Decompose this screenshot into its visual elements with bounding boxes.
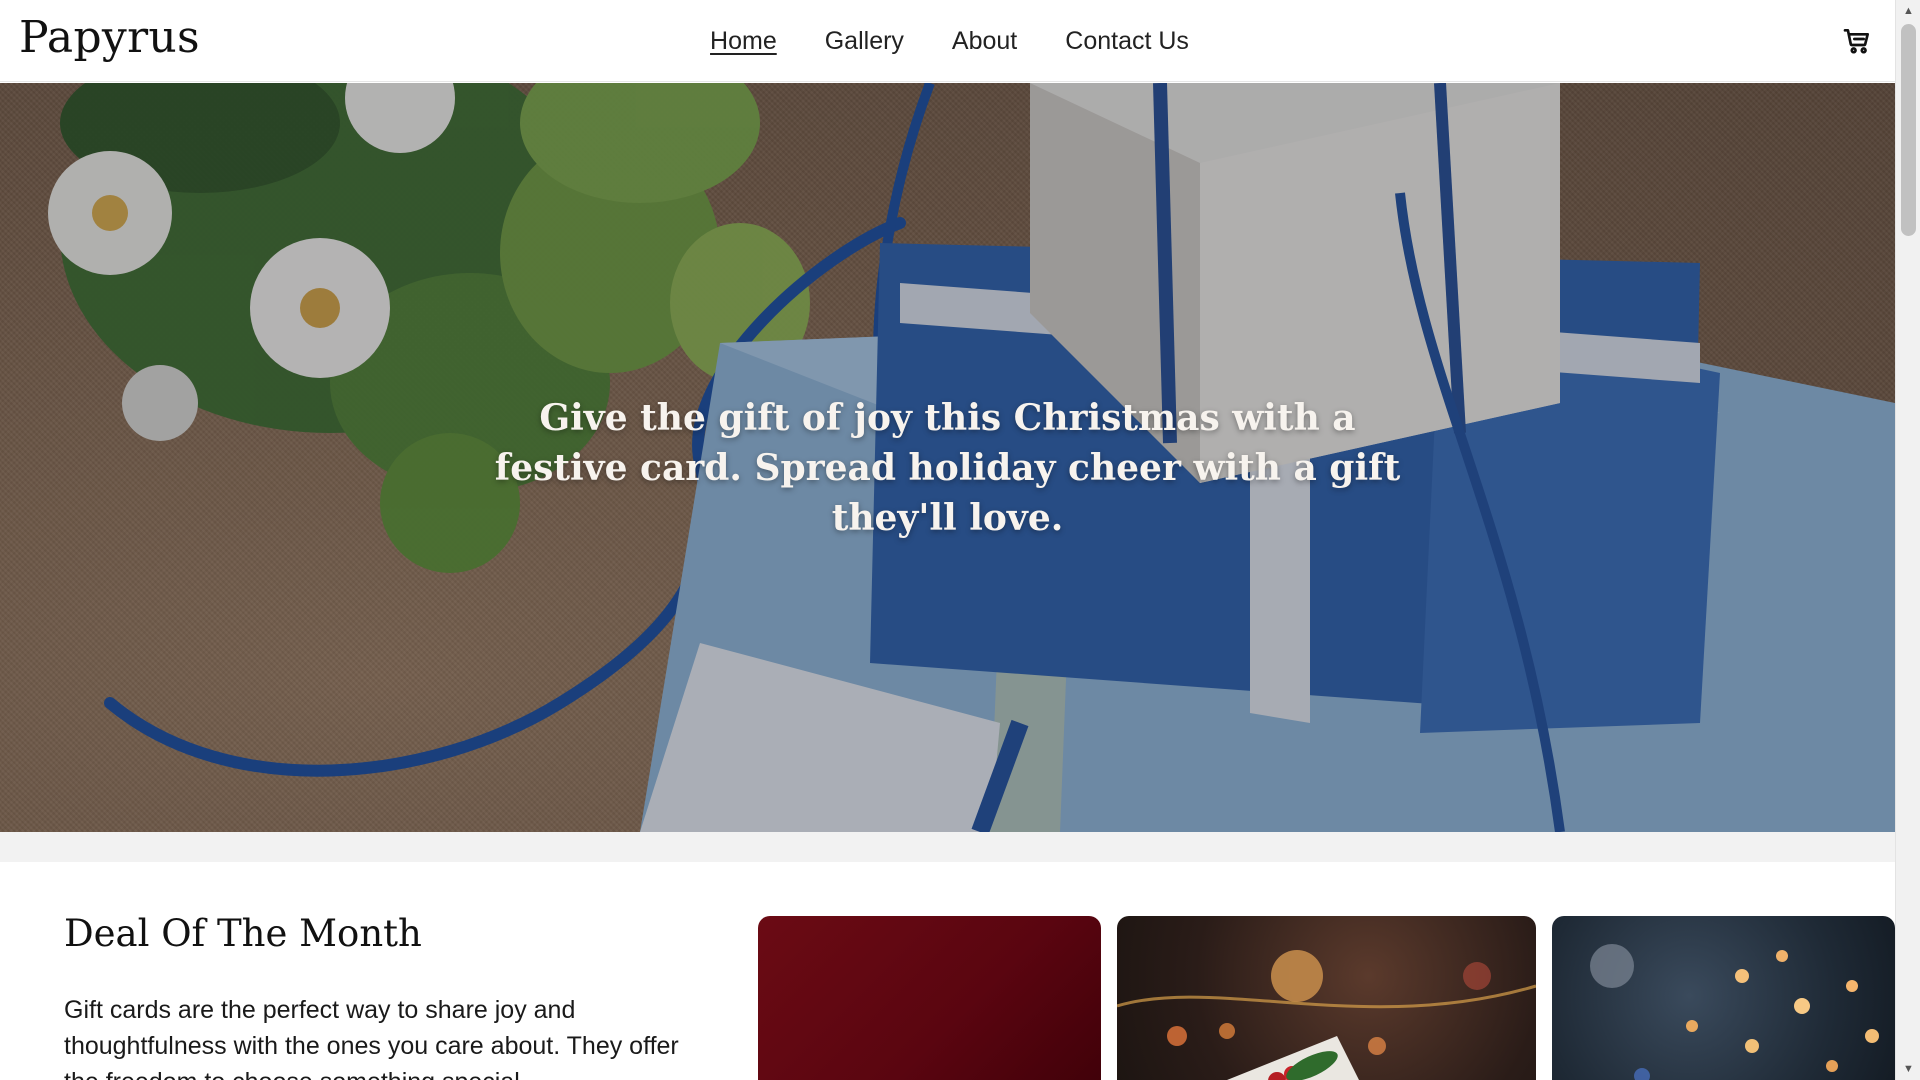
scroll-up-icon[interactable]: ▲ — [1896, 0, 1920, 22]
deal-description: Gift cards are the perfect way to share … — [64, 996, 679, 1080]
deal-card-3[interactable] — [1552, 916, 1895, 1080]
hero-headline: Give the gift of joy this Christmas with… — [494, 397, 1401, 539]
scroll-thumb[interactable] — [1901, 24, 1916, 236]
nav-contact-us[interactable]: Contact Us — [1065, 27, 1189, 56]
deal-card-2[interactable] — [1117, 916, 1536, 1080]
deal-card-1[interactable] — [758, 916, 1101, 1080]
nav-about[interactable]: About — [952, 27, 1017, 56]
cart-icon[interactable] — [1841, 25, 1873, 57]
nav-gallery[interactable]: Gallery — [825, 27, 904, 56]
card-photo-lights — [1590, 944, 1879, 1080]
deal-title: Deal Of The Month — [64, 912, 422, 955]
scroll-down-icon[interactable]: ▼ — [1896, 1058, 1920, 1080]
section-divider — [0, 832, 1895, 862]
card-photo-holly — [1117, 950, 1536, 1080]
main-nav: Home Gallery About Contact Us — [0, 0, 1895, 82]
site-header: Papyrus Home Gallery About Contact Us — [0, 0, 1895, 82]
hero-banner: Give the gift of joy this Christmas with… — [0, 83, 1895, 832]
page: Papyrus Home Gallery About Contact Us Gi… — [0, 0, 1920, 1080]
nav-home[interactable]: Home — [710, 27, 777, 56]
page-scrollbar[interactable]: ▲ ▼ — [1895, 0, 1920, 1080]
deal-section: Deal Of The Month Gift cards are the per… — [0, 862, 1895, 1080]
